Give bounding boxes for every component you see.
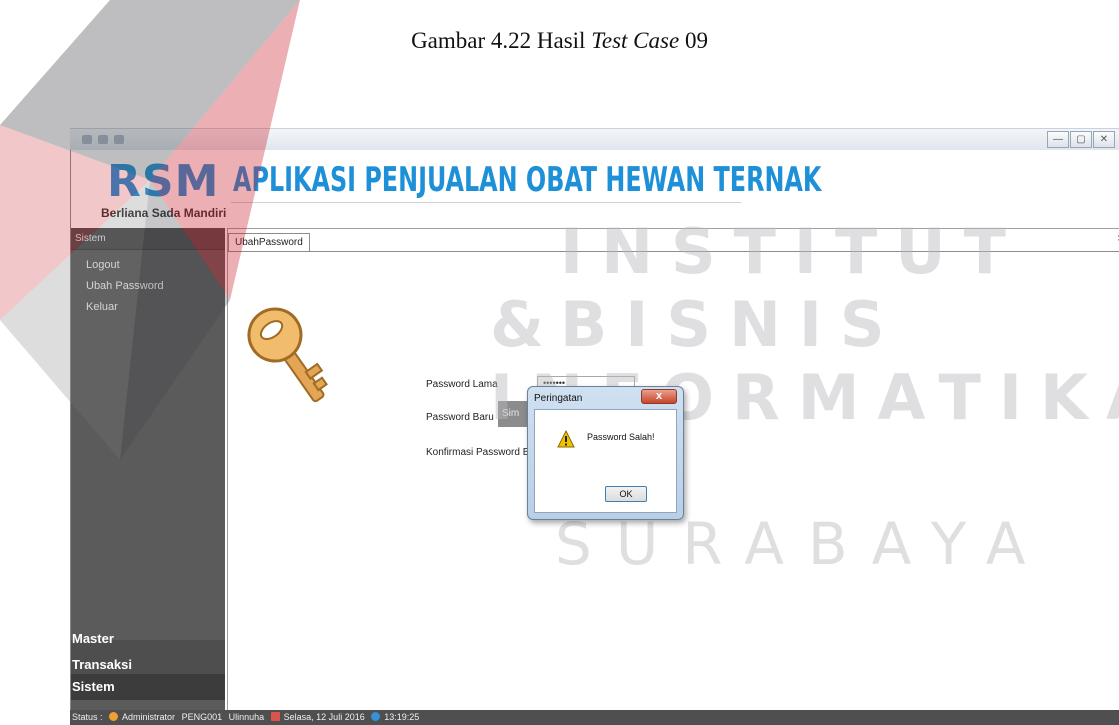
company-logo: RSM: [107, 156, 220, 207]
title-underline: [231, 202, 741, 203]
caption-suffix: 09: [679, 28, 708, 53]
status-user-id: PENG001: [181, 712, 223, 722]
quick-access-icon[interactable]: [98, 135, 108, 144]
caption-italic: Test Case: [591, 28, 680, 53]
nav-master-wrap: [71, 700, 225, 710]
calendar-icon: [270, 712, 280, 721]
dialog-message: Password Salah!: [587, 432, 655, 442]
key-icon: [247, 307, 328, 403]
maximize-button[interactable]: ▢: [1070, 131, 1092, 148]
company-name: Berliana Sada Mandiri: [101, 206, 227, 220]
dialog-body: Password Salah! OK: [534, 409, 677, 513]
quick-access-icon[interactable]: [114, 135, 124, 144]
tab-ubah-password[interactable]: UbahPassword: [228, 233, 310, 251]
sidebar-item-keluar[interactable]: Keluar: [71, 298, 225, 316]
nav-transaksi[interactable]: Transaksi: [71, 652, 225, 678]
window-titlebar: — ▢ ✕: [70, 128, 1119, 150]
caption-prefix: Gambar 4.22 Hasil: [411, 28, 592, 53]
status-user-name: Ulinnuha: [228, 712, 265, 722]
window-controls: — ▢ ✕: [1047, 131, 1115, 148]
status-role: Administrator: [122, 712, 176, 722]
clock-icon: [371, 712, 381, 721]
dialog-close-button[interactable]: x: [641, 389, 677, 404]
app-title: APLIKASI PENJUALAN OBAT HEWAN TERNAK: [233, 160, 822, 200]
status-bar: Status : Administrator PENG001 Ulinnuha …: [70, 710, 1119, 725]
tab-strip-line: [228, 251, 1119, 252]
sidebar-item-logout[interactable]: Logout: [71, 256, 225, 274]
app-header: RSM Berliana Sada Mandiri APLIKASI PENJU…: [71, 150, 1119, 228]
dialog-title: Peringatan: [534, 393, 583, 404]
status-time: 13:19:25: [384, 712, 420, 722]
user-icon: [109, 712, 119, 721]
status-label: Status :: [72, 712, 103, 722]
nav-master[interactable]: Master: [71, 626, 225, 652]
figure-caption: Gambar 4.22 Hasil Test Case 09: [0, 28, 1119, 54]
minimize-button[interactable]: —: [1047, 131, 1069, 148]
new-password-label: Password Baru: [426, 412, 494, 423]
sidebar-item-ubah-password[interactable]: Ubah Password: [71, 277, 225, 295]
ok-button[interactable]: OK: [605, 486, 647, 502]
quick-access-icon[interactable]: [82, 135, 92, 144]
warning-dialog: Peringatan x Password Salah! OK: [527, 386, 684, 520]
warning-icon: [557, 430, 575, 448]
sidebar-heading: Sistem: [71, 228, 225, 250]
close-window-button[interactable]: ✕: [1093, 131, 1115, 148]
old-password-label: Password Lama: [426, 379, 498, 390]
status-date: Selasa, 12 Juli 2016: [283, 712, 365, 722]
